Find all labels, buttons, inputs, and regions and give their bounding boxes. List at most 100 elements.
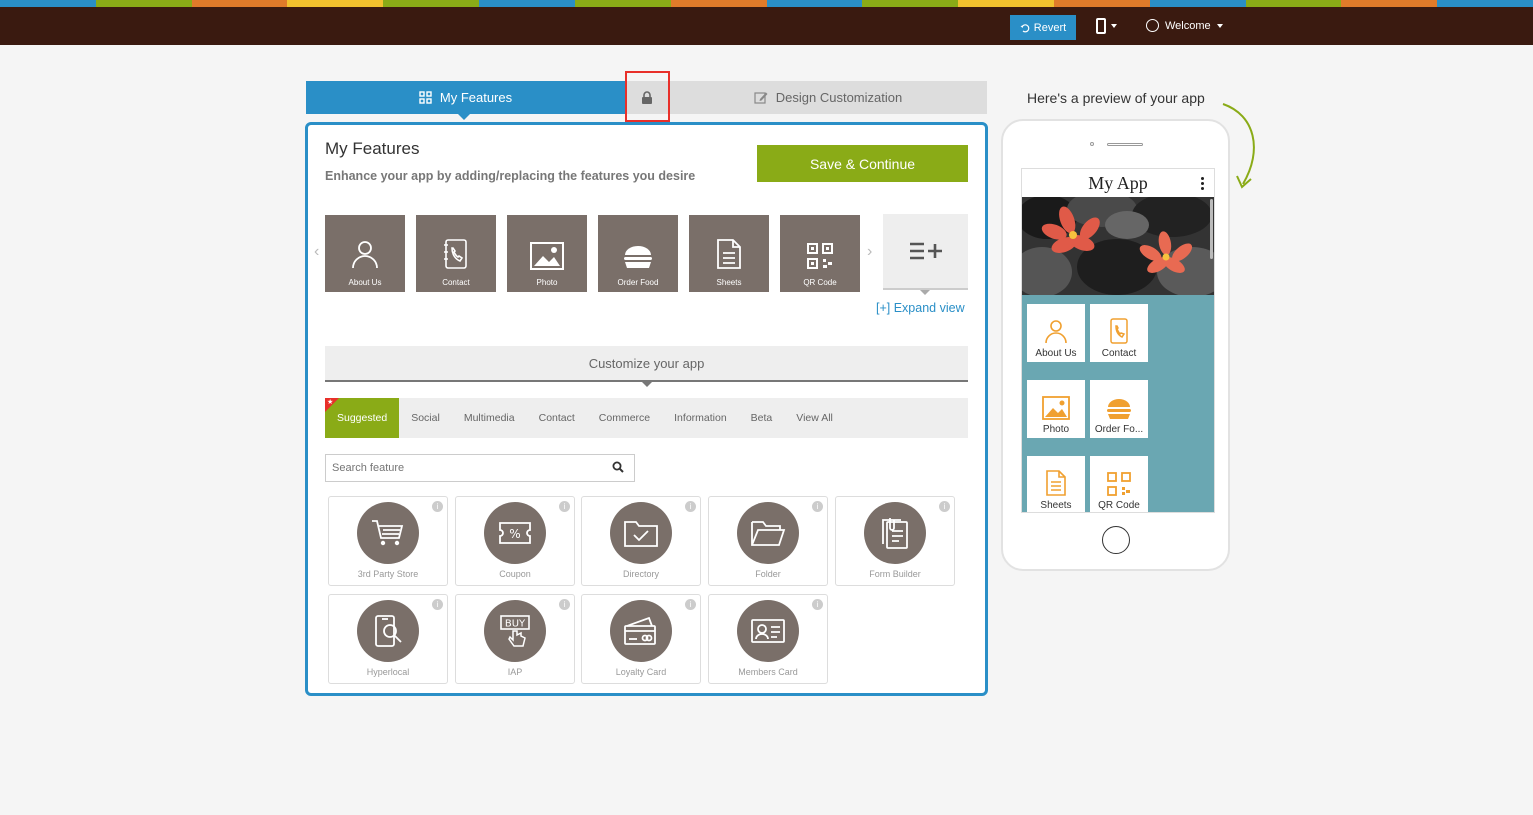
tab-my-features[interactable]: My Features	[306, 81, 625, 120]
search-icon	[612, 461, 624, 473]
color-stripe	[0, 0, 1533, 7]
feature-card-3rd-party-store[interactable]: i 3rd Party Store	[328, 496, 448, 586]
category-label: Commerce	[598, 412, 651, 424]
feature-card-folder[interactable]: i Folder	[708, 496, 828, 586]
svg-text:BUY: BUY	[505, 619, 526, 630]
carousel-prev-arrow[interactable]: ‹	[314, 243, 319, 261]
members-card-icon	[751, 619, 785, 643]
preview-tile-label: QR Code	[1098, 500, 1140, 511]
color-stripe-segment	[766, 0, 863, 7]
feature-card-iap[interactable]: i BUY IAP	[455, 594, 575, 684]
revert-button[interactable]: Revert	[1010, 15, 1076, 40]
tab-design-customization[interactable]: Design Customization	[669, 81, 987, 114]
panel-subtitle: Enhance your app by adding/replacing the…	[325, 169, 696, 183]
color-stripe-segment	[670, 0, 767, 7]
info-icon[interactable]: i	[432, 501, 443, 512]
feature-label: Order Food	[617, 278, 659, 287]
info-icon[interactable]: i	[812, 501, 823, 512]
category-tab-contact[interactable]: Contact	[527, 398, 587, 438]
preview-tile-sheets[interactable]: Sheets	[1027, 456, 1085, 512]
image-icon	[1042, 396, 1070, 420]
color-stripe-segment	[383, 0, 480, 7]
feature-card-members-card[interactable]: i Members Card	[708, 594, 828, 684]
svg-text:%: %	[509, 527, 520, 541]
color-stripe-segment	[191, 0, 288, 7]
category-label: Suggested	[337, 412, 388, 424]
phone-book-icon	[1110, 318, 1128, 344]
feature-label: About Us	[348, 278, 382, 287]
feature-card-coupon[interactable]: i % Coupon	[455, 496, 575, 586]
info-icon[interactable]: i	[685, 501, 696, 512]
category-label: Beta	[750, 412, 773, 424]
added-feature-about-us[interactable]: About Us	[325, 215, 405, 292]
caret-down-icon	[1216, 23, 1223, 28]
color-stripe-segment	[1245, 0, 1342, 7]
feature-card-form-builder[interactable]: i Form Builder	[835, 496, 955, 586]
app-title: My App	[1088, 172, 1148, 193]
feature-label: Sheets	[716, 278, 742, 287]
info-icon[interactable]: i	[939, 501, 950, 512]
category-tab-social[interactable]: Social	[399, 398, 452, 438]
info-icon[interactable]: i	[559, 501, 570, 512]
feature-card-label: Directory	[622, 569, 659, 579]
preview-tile-photo[interactable]: Photo	[1027, 380, 1085, 438]
info-icon[interactable]: i	[812, 599, 823, 610]
preview-tile-qr-code[interactable]: QR Code	[1090, 456, 1148, 512]
feature-label: QR Code	[803, 278, 837, 287]
added-feature-photo[interactable]: Photo	[507, 215, 587, 292]
tab-my-features-label: My Features	[439, 90, 513, 105]
welcome-menu[interactable]: Welcome	[1146, 19, 1223, 32]
info-icon[interactable]: i	[559, 599, 570, 610]
category-tab-commerce[interactable]: Commerce	[587, 398, 662, 438]
category-label: Social	[411, 412, 440, 424]
added-feature-qr-code[interactable]: QR Code	[780, 215, 860, 292]
category-tab-multimedia[interactable]: Multimedia	[452, 398, 527, 438]
feature-card-loyalty-card[interactable]: i Loyalty Card	[581, 594, 701, 684]
welcome-label: Welcome	[1165, 19, 1211, 32]
feature-card-directory[interactable]: i Directory	[581, 496, 701, 586]
added-feature-contact[interactable]: Contact	[416, 215, 496, 292]
category-tab-beta[interactable]: Beta	[739, 398, 785, 438]
kebab-menu-icon[interactable]	[1201, 177, 1204, 192]
color-stripe-segment	[287, 0, 384, 7]
feature-card-icon-bg	[357, 502, 419, 564]
save-continue-button[interactable]: Save & Continue	[757, 145, 968, 182]
search-feature-input[interactable]	[325, 454, 635, 482]
document-icon	[717, 239, 741, 269]
caret-down-icon	[1111, 24, 1117, 28]
feature-card-label: Form Builder	[869, 569, 921, 579]
category-label: View All	[796, 412, 833, 424]
customize-app-header: Customize your app	[325, 346, 968, 387]
preview-tile-label: Sheets	[1040, 500, 1072, 511]
color-stripe-segment	[479, 0, 575, 7]
undo-icon	[1020, 23, 1030, 32]
category-tab-suggested[interactable]: ★ Suggested	[325, 398, 400, 438]
color-stripe-segment	[1149, 0, 1246, 7]
feature-card-label: IAP	[507, 667, 523, 677]
user-icon	[352, 241, 378, 269]
preview-tile-order-food[interactable]: Order Fo...	[1090, 380, 1148, 438]
info-icon[interactable]: i	[432, 599, 443, 610]
feature-card-icon-bg: BUY	[484, 600, 546, 662]
burger-icon	[1107, 399, 1131, 419]
feature-card-hyperlocal[interactable]: i Hyperlocal	[328, 594, 448, 684]
feature-card-label: Hyperlocal	[366, 667, 410, 677]
device-selector[interactable]	[1096, 18, 1117, 34]
info-icon[interactable]: i	[685, 599, 696, 610]
add-feature-button[interactable]	[883, 214, 968, 295]
panel-title: My Features	[325, 139, 420, 158]
preview-tile-contact[interactable]: Contact	[1090, 304, 1148, 362]
added-feature-order-food[interactable]: Order Food	[598, 215, 678, 292]
expand-view-link[interactable]: [+] Expand view	[876, 301, 965, 315]
buy-icon: BUY	[500, 615, 530, 647]
category-tab-view-all[interactable]: View All	[784, 398, 845, 438]
added-feature-sheets[interactable]: Sheets	[689, 215, 769, 292]
preview-tile-label: Photo	[1042, 424, 1070, 435]
category-label: Contact	[538, 412, 575, 424]
carousel-next-arrow[interactable]: ›	[867, 243, 872, 261]
preview-scrollbar[interactable]	[1210, 199, 1213, 259]
top-bar: Revert Welcome	[0, 7, 1533, 45]
preview-tile-about-us[interactable]: About Us	[1027, 304, 1085, 362]
category-tab-information[interactable]: Information	[662, 398, 739, 438]
feature-card-label: Loyalty Card	[615, 667, 667, 677]
